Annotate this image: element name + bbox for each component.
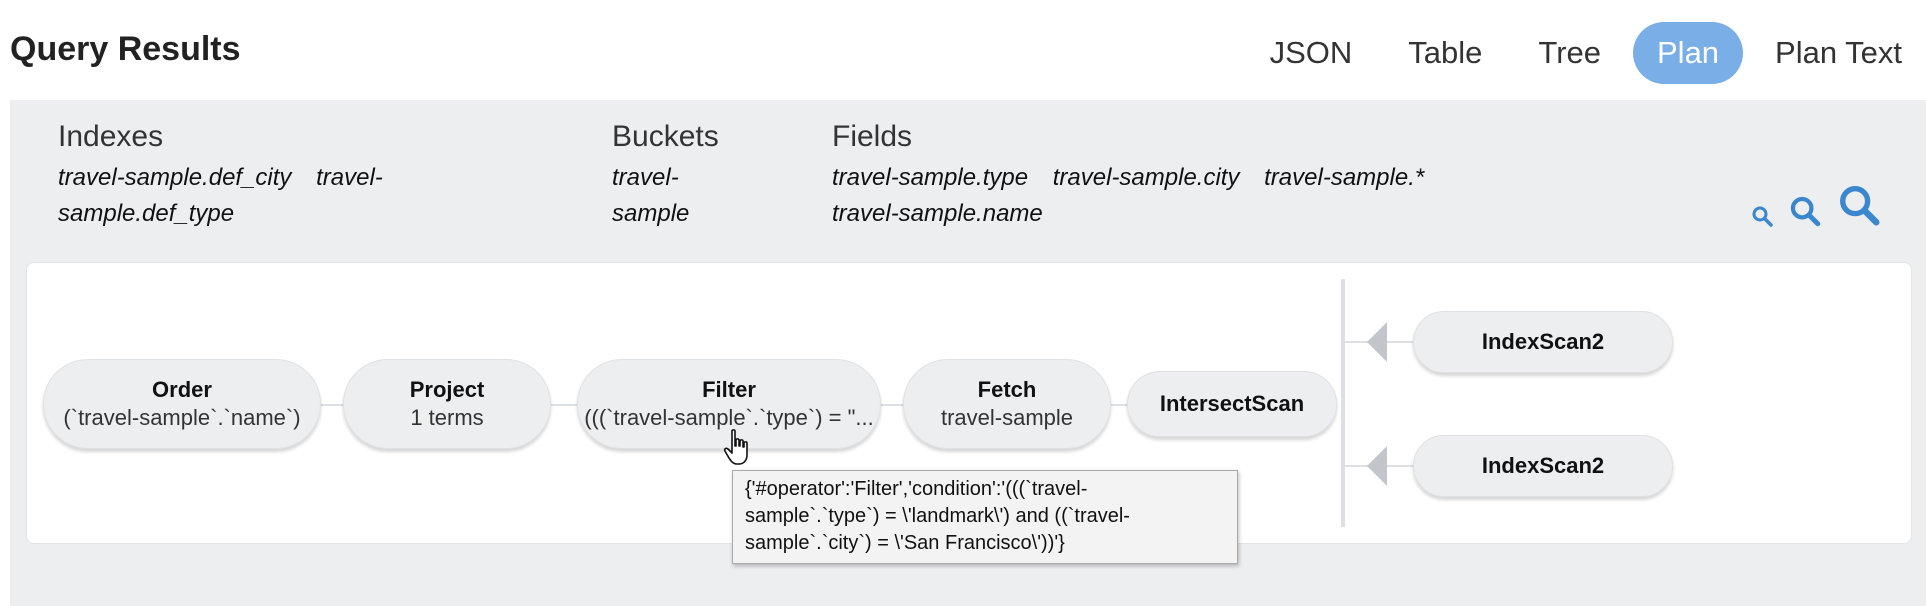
indexes-section: Indexes travel-sample.def_city travel-sa… — [58, 120, 398, 232]
indexes-label: Indexes — [58, 120, 164, 153]
tooltip-line: sample`.`type`) = \'landmark\') and ((`t… — [745, 505, 1130, 527]
bucket-value: travel-sample — [612, 164, 690, 227]
zoom-controls — [1736, 182, 1882, 228]
page-title: Query Results — [10, 30, 241, 68]
hand-cursor-icon — [723, 429, 748, 465]
arrow-icon — [1367, 322, 1387, 362]
index-value: travel-sample.def_city — [58, 164, 292, 191]
zoom-small-icon[interactable] — [1750, 204, 1774, 228]
connector — [549, 404, 579, 406]
buckets-values: travel-sample — [612, 160, 722, 232]
node-detail: (`travel-sample`.`name`) — [63, 405, 301, 430]
node-name: IndexScan2 — [1481, 453, 1605, 478]
tab-table[interactable]: Table — [1384, 22, 1506, 84]
node-detail: travel-sample — [940, 405, 1074, 430]
plan-node-indexscan2[interactable]: IndexScan2 — [1413, 311, 1673, 373]
fields-label: Fields — [832, 120, 913, 153]
field-value: travel-sample.name — [832, 200, 1043, 227]
arrow-icon — [1367, 446, 1387, 486]
node-name: IndexScan2 — [1481, 329, 1605, 354]
node-detail: 1 terms — [410, 405, 484, 430]
tooltip-line: sample`.`city`) = \'San Francisco\'))'} — [745, 532, 1065, 554]
tooltip-line: {'#operator':'Filter','condition':'(((`t… — [745, 478, 1088, 500]
node-name: Fetch — [977, 377, 1037, 402]
branch-line — [1341, 279, 1345, 527]
connector — [879, 404, 905, 406]
filter-tooltip: {'#operator':'Filter','condition':'(((`t… — [732, 470, 1238, 564]
field-value: travel-sample.* — [1264, 164, 1425, 191]
plan-node-order[interactable]: Order (`travel-sample`.`name`) — [43, 359, 321, 449]
tab-plan[interactable]: Plan — [1633, 22, 1744, 84]
fields-section: Fields travel-sample.type travel-sample.… — [832, 120, 1512, 232]
indexes-values: travel-sample.def_city travel-sample.def… — [58, 160, 398, 232]
connector — [319, 404, 345, 406]
plan-node-fetch[interactable]: Fetch travel-sample — [903, 359, 1111, 449]
zoom-large-icon[interactable] — [1836, 182, 1882, 228]
node-name: Project — [409, 377, 485, 402]
node-name: Filter — [702, 377, 756, 402]
tab-json[interactable]: JSON — [1246, 22, 1377, 84]
view-tabs: JSON Table Tree Plan Plan Text — [1238, 22, 1926, 84]
buckets-label: Buckets — [612, 120, 719, 153]
node-name: Order — [152, 377, 212, 402]
results-header: Query Results JSON Table Tree Plan Plan … — [0, 0, 1926, 100]
plan-node-project[interactable]: Project 1 terms — [343, 359, 551, 449]
zoom-medium-icon[interactable] — [1788, 194, 1822, 228]
node-name: IntersectScan — [1159, 391, 1305, 416]
field-value: travel-sample.type — [832, 164, 1029, 191]
tab-tree[interactable]: Tree — [1514, 22, 1625, 84]
plan-node-indexscan2[interactable]: IndexScan2 — [1413, 435, 1673, 497]
fields-values: travel-sample.type travel-sample.city tr… — [832, 160, 1512, 232]
field-value: travel-sample.city — [1052, 164, 1240, 191]
connector — [1109, 404, 1129, 406]
buckets-section: Buckets travel-sample — [612, 120, 722, 232]
tab-plan-text[interactable]: Plan Text — [1751, 22, 1926, 84]
plan-node-intersectscan[interactable]: IntersectScan — [1127, 371, 1337, 437]
